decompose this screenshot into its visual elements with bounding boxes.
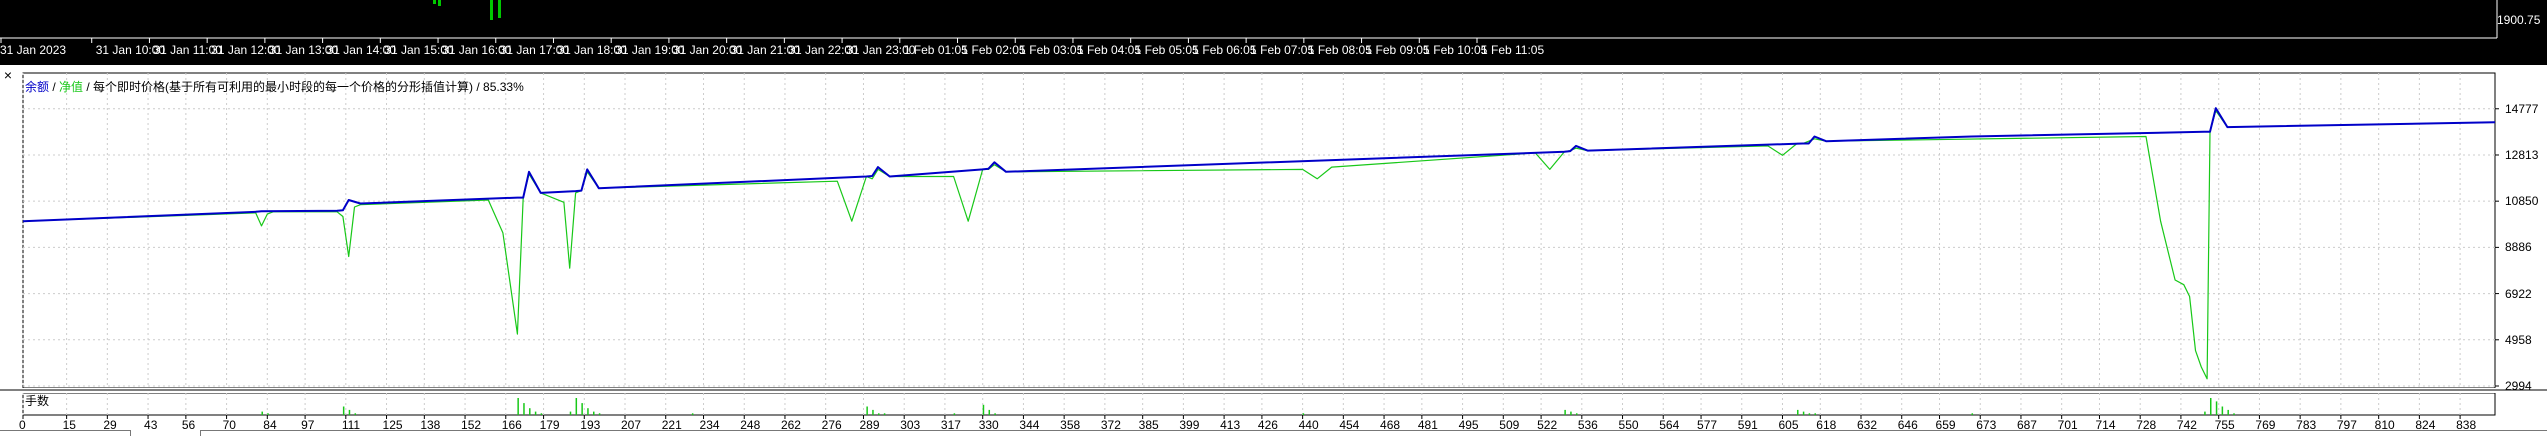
lots-bar — [866, 406, 868, 415]
lots-bar — [2233, 413, 2235, 415]
time-label: 1 Feb 03:05 — [1019, 43, 1084, 57]
time-label: 1 Feb 07:05 — [1250, 43, 1315, 57]
balance-line — [22, 107, 2496, 223]
lots-panel-label: 手数 — [25, 394, 50, 408]
lots-bar — [1302, 413, 1305, 415]
lots-bar — [953, 413, 956, 415]
lots-bar — [342, 406, 345, 415]
x-tick-label: 56 — [181, 418, 196, 432]
lots-bar — [691, 413, 694, 415]
time-label: 1 Feb 05:05 — [1134, 43, 1199, 57]
lots-bar — [1797, 409, 1799, 415]
lots-bar — [1808, 413, 1811, 415]
candle — [438, 0, 441, 6]
lots-bar — [348, 409, 351, 415]
lots-bar — [988, 409, 991, 415]
candle — [498, 0, 501, 18]
lots-panel-frame — [22, 392, 2496, 416]
price-axis-label: 1900.75 — [2497, 13, 2541, 27]
time-label: 1 Feb 11:05 — [1481, 43, 1545, 57]
x-tick-label: 43 — [144, 418, 158, 432]
lots-bar — [883, 413, 886, 415]
lots-bar — [2221, 406, 2224, 415]
y-tick-label: 14777 — [2505, 101, 2539, 116]
lots-bar — [534, 411, 537, 415]
time-label: 1 Feb 10:05 — [1423, 43, 1488, 57]
lots-bar — [569, 411, 572, 415]
lots-bar — [2209, 398, 2212, 415]
candle — [433, 0, 436, 4]
y-tick-label: 4958 — [2505, 332, 2532, 347]
lots-bar — [2204, 411, 2206, 415]
y-tick-label: 12813 — [2505, 147, 2539, 162]
lots-bar — [982, 404, 985, 415]
time-label: 1 Feb 06:05 — [1192, 43, 1257, 57]
lots-bar — [529, 408, 531, 415]
lots-bar — [575, 398, 578, 415]
scroll-right-segment[interactable] — [200, 430, 2547, 436]
lots-bar — [994, 413, 996, 415]
lots-bar — [1570, 411, 1572, 415]
y-tick-label: 8886 — [2505, 240, 2532, 255]
time-label: 1 Feb 08:05 — [1307, 43, 1372, 57]
lots-bar — [1814, 413, 1816, 415]
time-label: 1 Feb 04:05 — [1076, 43, 1142, 57]
lots-bar — [587, 408, 589, 415]
lots-bar — [267, 413, 269, 415]
y-tick-label: 6922 — [2505, 286, 2532, 301]
time-label: 1 Feb 09:05 — [1365, 43, 1430, 57]
lots-bar — [540, 413, 543, 415]
legend-balance: 余额 — [25, 80, 50, 94]
time-label: 1 Feb 02:05 — [961, 43, 1026, 57]
main-panel-frame — [22, 72, 2496, 389]
lots-bar — [878, 413, 880, 415]
legend-description: / 每个即时价格(基于所有可利用的最小时段的每一个价格的分形插值计算) / 85… — [83, 80, 524, 94]
lots-bar — [1971, 413, 1974, 415]
lots-bar — [1564, 409, 1566, 415]
lots-bar — [598, 413, 601, 415]
graph-legend: 余额 / 净值 / 每个即时价格(基于所有可利用的最小时段的每一个价格的分形插值… — [25, 78, 524, 95]
tester-graph — [0, 68, 2547, 435]
tester-graph-svg — [0, 72, 2547, 419]
legend-sep: / — [49, 80, 60, 94]
equity-line — [22, 109, 2496, 380]
y-tick-label: 2994 — [2505, 379, 2532, 393]
lots-bar — [354, 413, 357, 415]
time-label: 31 Jan 2023 — [0, 43, 67, 57]
lots-bar — [2227, 409, 2229, 415]
lots-bar — [1802, 411, 1805, 415]
lots-bar — [581, 403, 583, 415]
y-tick-label: 10850 — [2505, 194, 2539, 209]
lots-bar — [2215, 401, 2218, 415]
candle — [490, 0, 493, 20]
scroll-left-segment[interactable] — [0, 430, 131, 436]
lots-bar — [523, 403, 525, 415]
lots-bar — [872, 409, 874, 415]
price-chart-strip: 31 Jan 2023 31 Jan 10:00 31 Jan 11:00 31 Ja… — [0, 0, 2547, 65]
lots-bar — [517, 398, 519, 415]
time-label: 1 Feb 01:05 — [903, 43, 968, 57]
lots-bar — [261, 411, 263, 415]
lots-bar — [593, 411, 595, 415]
legend-equity: 净值 — [59, 80, 84, 94]
lots-bar — [1575, 413, 1578, 415]
